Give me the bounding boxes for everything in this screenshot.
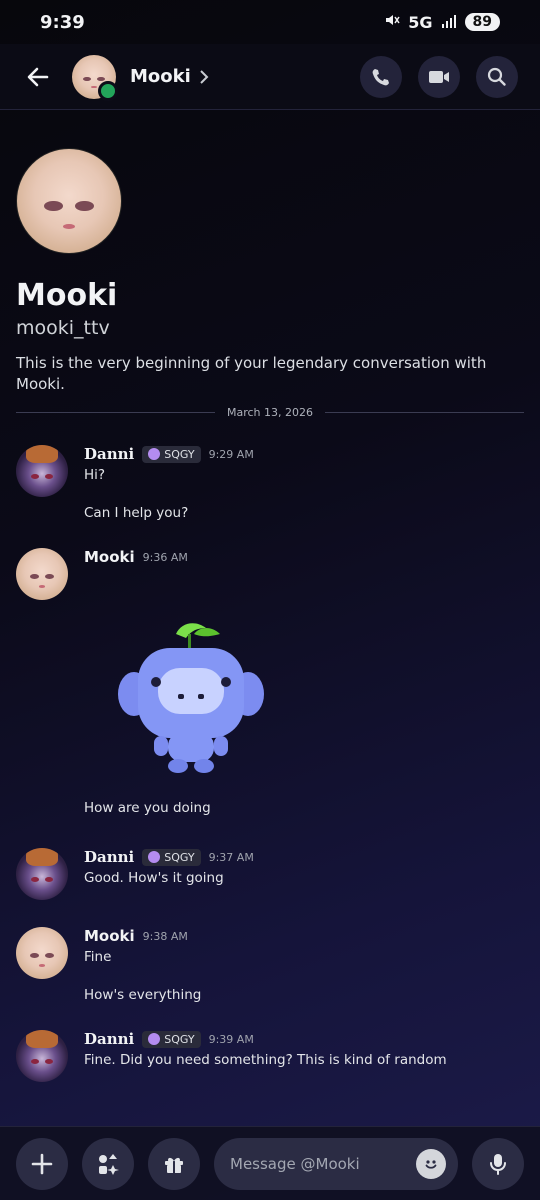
date-label: March 13, 2026 bbox=[227, 406, 314, 419]
message-text[interactable]: Good. How's it going bbox=[84, 870, 524, 888]
guild-tag[interactable]: SQGY bbox=[142, 1030, 201, 1048]
message-text[interactable]: Can I help you? bbox=[84, 505, 524, 523]
phone-icon bbox=[372, 68, 389, 85]
guild-tag-label: SQGY bbox=[164, 850, 195, 864]
author-avatar[interactable] bbox=[16, 548, 68, 600]
battery-indicator: 89 bbox=[464, 13, 500, 31]
chat-header: Mooki bbox=[0, 44, 540, 110]
message-time: 9:36 AM bbox=[142, 550, 188, 564]
message-time: 9:37 AM bbox=[208, 850, 254, 864]
intro-text: This is the very beginning of your legen… bbox=[16, 354, 487, 393]
network-label: 5G bbox=[408, 12, 433, 32]
smiley-icon bbox=[425, 1159, 437, 1169]
header-avatar[interactable] bbox=[72, 54, 118, 101]
battery-level: 89 bbox=[472, 14, 492, 30]
wumpus-sticker[interactable] bbox=[116, 616, 266, 776]
profile-avatar[interactable] bbox=[16, 148, 122, 254]
guild-tag-label: SQGY bbox=[164, 447, 195, 461]
message-text[interactable]: How are you doing bbox=[84, 800, 524, 818]
voice-message-button[interactable] bbox=[472, 1137, 524, 1190]
message-input[interactable]: Message @Mooki bbox=[214, 1137, 458, 1190]
message-text[interactable]: How's everything bbox=[84, 987, 524, 1005]
back-arrow-icon bbox=[27, 67, 49, 86]
author-avatar[interactable] bbox=[16, 445, 68, 497]
author-name[interactable]: Mooki bbox=[84, 548, 135, 566]
author-name[interactable]: Mooki bbox=[84, 927, 135, 945]
author-name[interactable]: Danni bbox=[84, 848, 134, 866]
guild-tag[interactable]: SQGY bbox=[142, 848, 201, 866]
message-group: Mooki 9:36 AM How are you doing bbox=[16, 548, 524, 818]
moon-icon bbox=[148, 1033, 161, 1045]
message-text[interactable]: Fine. Did you need something? This is ki… bbox=[84, 1052, 524, 1070]
message-group: Danni SQGY 9:29 AM Hi? Can I help you? bbox=[16, 445, 524, 522]
author-name[interactable]: Danni bbox=[84, 1030, 134, 1048]
message-group: Danni SQGY 9:39 AM Fine. Did you need so… bbox=[16, 1030, 524, 1082]
message-time: 9:39 AM bbox=[208, 1032, 254, 1046]
video-call-button[interactable] bbox=[418, 55, 460, 98]
chevron-right-icon bbox=[200, 69, 209, 84]
author-avatar[interactable] bbox=[16, 1030, 68, 1082]
message-text[interactable]: Hi? bbox=[84, 467, 524, 485]
apps-button[interactable] bbox=[82, 1137, 134, 1190]
moon-icon bbox=[148, 448, 161, 460]
message-group: Danni SQGY 9:37 AM Good. How's it going bbox=[16, 848, 524, 900]
status-indicators: 5G 89 bbox=[384, 12, 500, 32]
plus-icon bbox=[31, 1153, 53, 1174]
conversation-intro: Mooki mooki_ttv This is the very beginni… bbox=[16, 148, 526, 395]
profile-handle: mooki_ttv bbox=[16, 317, 110, 339]
add-attachment-button[interactable] bbox=[16, 1137, 68, 1190]
header-user[interactable]: Mooki bbox=[130, 66, 209, 87]
back-button[interactable] bbox=[18, 57, 58, 97]
signal-icon bbox=[441, 13, 457, 32]
status-time: 9:39 bbox=[40, 11, 85, 33]
author-name[interactable]: Danni bbox=[84, 445, 134, 463]
author-avatar[interactable] bbox=[16, 848, 68, 900]
message-time: 9:29 AM bbox=[208, 447, 254, 461]
header-username: Mooki bbox=[130, 66, 191, 87]
emoji-button[interactable] bbox=[416, 1148, 446, 1179]
microphone-icon bbox=[490, 1153, 506, 1175]
search-button[interactable] bbox=[476, 55, 518, 98]
moon-icon bbox=[148, 851, 161, 863]
message-input-placeholder: Message @Mooki bbox=[230, 1154, 360, 1173]
gift-button[interactable] bbox=[148, 1137, 200, 1190]
header-actions bbox=[360, 55, 518, 98]
apps-icon bbox=[99, 1153, 119, 1175]
guild-tag-label: SQGY bbox=[164, 1032, 195, 1046]
message-composer: Message @Mooki bbox=[0, 1126, 540, 1200]
date-divider: March 13, 2026 bbox=[16, 406, 525, 419]
mute-icon bbox=[384, 12, 400, 32]
search-icon bbox=[487, 67, 506, 86]
voice-call-button[interactable] bbox=[360, 55, 402, 98]
author-avatar[interactable] bbox=[16, 927, 68, 979]
message-text[interactable]: Fine bbox=[84, 949, 524, 967]
profile-name: Mooki bbox=[16, 278, 118, 313]
status-bar: 9:39 5G 89 bbox=[0, 0, 540, 44]
video-camera-icon bbox=[429, 70, 449, 83]
message-group: Mooki 9:38 AM Fine How's everything bbox=[16, 927, 524, 1004]
wumpus-icon bbox=[118, 623, 264, 773]
message-time: 9:38 AM bbox=[142, 929, 188, 943]
gift-icon bbox=[165, 1157, 183, 1173]
online-status-indicator bbox=[98, 80, 118, 101]
guild-tag[interactable]: SQGY bbox=[142, 445, 201, 463]
